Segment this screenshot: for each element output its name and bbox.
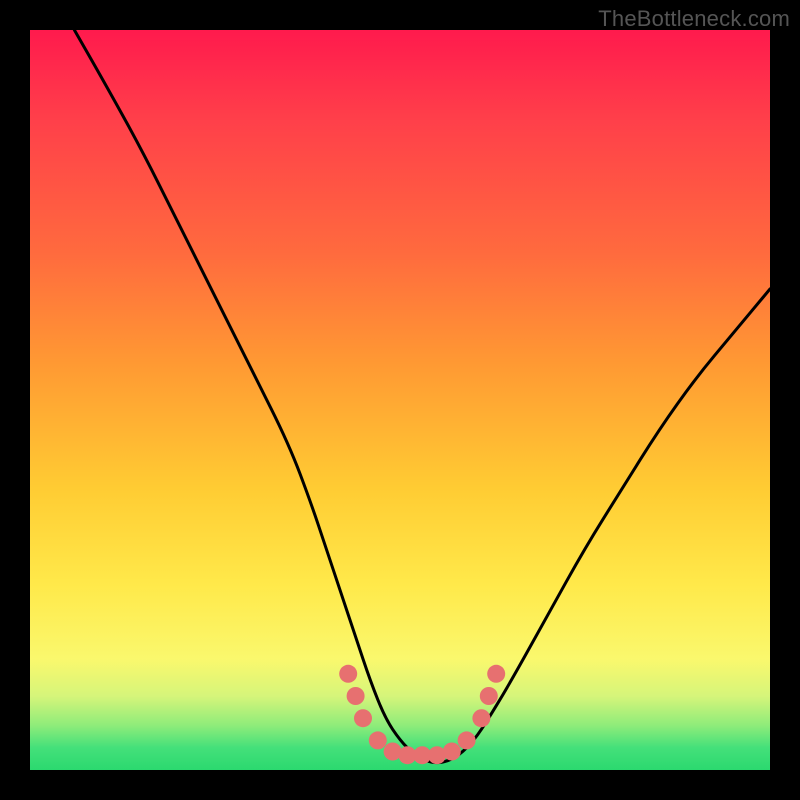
highlight-dot: [487, 665, 505, 683]
highlight-dot: [339, 665, 357, 683]
chart-frame: TheBottleneck.com: [0, 0, 800, 800]
highlight-dot: [458, 731, 476, 749]
curve-path: [74, 30, 770, 763]
highlight-dot: [443, 743, 461, 761]
highlight-dot: [347, 687, 365, 705]
highlight-dot: [480, 687, 498, 705]
highlight-dot: [472, 709, 490, 727]
curve-svg: [30, 30, 770, 770]
highlight-dot: [369, 731, 387, 749]
highlight-dot: [354, 709, 372, 727]
plot-area: [30, 30, 770, 770]
highlight-dots: [339, 665, 505, 764]
watermark-text: TheBottleneck.com: [598, 6, 790, 32]
bottleneck-curve: [74, 30, 770, 763]
